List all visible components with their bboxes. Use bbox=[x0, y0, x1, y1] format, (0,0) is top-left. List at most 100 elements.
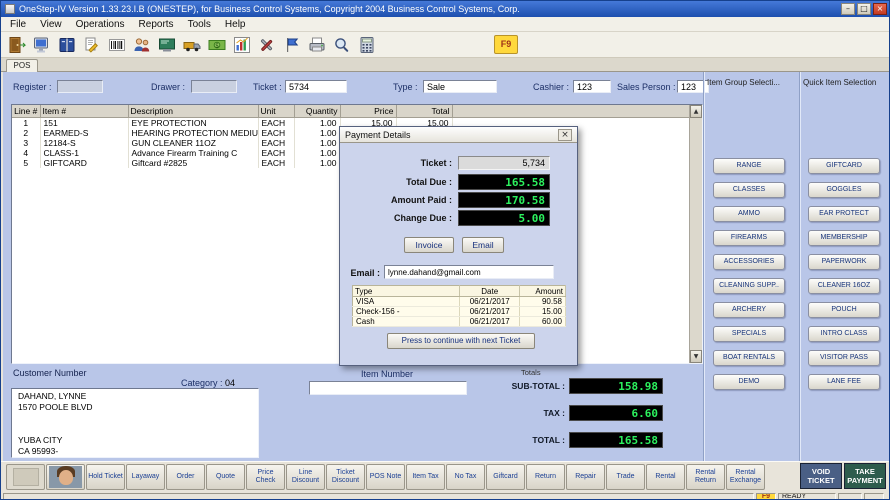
svg-text:$: $ bbox=[215, 42, 219, 49]
menu-item-file[interactable]: File bbox=[3, 18, 33, 31]
calculator-icon[interactable] bbox=[354, 34, 379, 56]
quick-button-intro-class[interactable]: INTRO CLASS bbox=[808, 326, 880, 342]
payments-column-header: Type bbox=[352, 285, 461, 297]
minimize-icon[interactable]: – bbox=[841, 3, 855, 15]
group-button-firearms[interactable]: FIREARMS bbox=[713, 230, 785, 246]
type-field[interactable]: Sale bbox=[423, 80, 497, 93]
change-due-label: Change Due : bbox=[393, 213, 452, 223]
tools-icon[interactable] bbox=[254, 34, 279, 56]
search-icon[interactable] bbox=[329, 34, 354, 56]
take-payment-button[interactable]: TAKE PAYMENT bbox=[844, 463, 886, 489]
group-button-boat-rentals[interactable]: BOAT RENTALS bbox=[713, 350, 785, 366]
title-bar: OneStep-IV Version 1.33.23.I.B (ONESTEP)… bbox=[1, 1, 889, 17]
void-ticket-button[interactable]: VOID TICKET bbox=[800, 463, 842, 489]
computer-icon[interactable] bbox=[29, 34, 54, 56]
quick-button-ear-protect[interactable]: EAR PROTECT bbox=[808, 206, 880, 222]
menu-item-reports[interactable]: Reports bbox=[132, 18, 181, 31]
scroll-down-icon[interactable]: ▼ bbox=[690, 350, 702, 363]
menu-item-help[interactable]: Help bbox=[218, 18, 253, 31]
bottom-button-line-discount[interactable]: Line Discount bbox=[286, 464, 325, 490]
group-button-ammo[interactable]: AMMO bbox=[713, 206, 785, 222]
quick-button-goggles[interactable]: GOGGLES bbox=[808, 182, 880, 198]
bottom-button-layaway[interactable]: Layaway bbox=[126, 464, 165, 490]
bottom-button-no-tax[interactable]: No Tax bbox=[446, 464, 485, 490]
scroll-up-icon[interactable]: ▲ bbox=[690, 105, 702, 118]
tab-pos[interactable]: POS bbox=[6, 59, 38, 72]
quick-button-paperwork[interactable]: PAPERWORK bbox=[808, 254, 880, 270]
item-number-input[interactable] bbox=[309, 381, 467, 395]
quick-button-cleaner-16oz[interactable]: CLEANER 16OZ bbox=[808, 278, 880, 294]
quick-button-pouch[interactable]: POUCH bbox=[808, 302, 880, 318]
chalkboard-icon[interactable] bbox=[154, 34, 179, 56]
group-button-demo[interactable]: DEMO bbox=[713, 374, 785, 390]
customers-icon[interactable] bbox=[129, 34, 154, 56]
bottom-button-item-tax[interactable]: Item Tax bbox=[406, 464, 445, 490]
bottom-button-repair[interactable]: Repair bbox=[566, 464, 605, 490]
payment-cell: 60.00 bbox=[519, 316, 566, 327]
items-scrollbar[interactable]: ▲ ▼ bbox=[689, 105, 702, 363]
quick-button-lane-fee[interactable]: LANE FEE bbox=[808, 374, 880, 390]
payment-row[interactable]: VISA 06/21/2017 90.58 bbox=[352, 296, 566, 307]
ticket-field[interactable]: 5734 bbox=[285, 80, 347, 93]
quick-button-giftcard[interactable]: GIFTCARD bbox=[808, 158, 880, 174]
reports-chart-icon[interactable] bbox=[229, 34, 254, 56]
group-button-range[interactable]: RANGE bbox=[713, 158, 785, 174]
dialog-close-icon[interactable]: × bbox=[558, 128, 572, 141]
bottom-button-pos-note[interactable]: POS Note bbox=[366, 464, 405, 490]
item-cell: GUN CLEANER 11OZ bbox=[128, 137, 259, 148]
panel-divider bbox=[703, 72, 705, 461]
bottom-button-hold-ticket[interactable]: Hold Ticket bbox=[86, 464, 125, 490]
f9-toolbar-button[interactable]: F9 bbox=[494, 35, 518, 54]
item-cell: EACH bbox=[258, 127, 295, 138]
delivery-truck-icon[interactable] bbox=[179, 34, 204, 56]
ready-status: READY bbox=[778, 493, 836, 499]
items-column-header: Description bbox=[128, 105, 259, 118]
dialog-title-bar[interactable]: Payment Details × bbox=[340, 127, 577, 143]
maximize-icon[interactable]: □ bbox=[857, 3, 871, 15]
fax-icon[interactable] bbox=[304, 34, 329, 56]
flag-icon[interactable] bbox=[279, 34, 304, 56]
close-icon[interactable]: × bbox=[873, 3, 887, 15]
toolbar: $ F9 bbox=[1, 32, 889, 58]
app-icon bbox=[5, 4, 15, 14]
documents-icon[interactable] bbox=[79, 34, 104, 56]
cashier-field[interactable]: 123 bbox=[573, 80, 611, 93]
invoice-button[interactable]: Invoice bbox=[404, 237, 454, 253]
exit-door-icon[interactable] bbox=[4, 34, 29, 56]
group-button-cleaning-supp[interactable]: CLEANING SUPP.. bbox=[713, 278, 785, 294]
bottom-button-rental-return[interactable]: Rental Return bbox=[686, 464, 725, 490]
bottom-button-return[interactable]: Return bbox=[526, 464, 565, 490]
bottom-button-price-check[interactable]: Price Check bbox=[246, 464, 285, 490]
menu-item-operations[interactable]: Operations bbox=[69, 18, 132, 31]
barcode-icon[interactable] bbox=[104, 34, 129, 56]
money-icon[interactable]: $ bbox=[204, 34, 229, 56]
bottom-button-rental[interactable]: Rental bbox=[646, 464, 685, 490]
bottom-button-ticket-discount[interactable]: Ticket Discount bbox=[326, 464, 365, 490]
ledger-book-icon[interactable] bbox=[54, 34, 79, 56]
bottom-button-trade[interactable]: Trade bbox=[606, 464, 645, 490]
bottom-button-giftcard[interactable]: Giftcard bbox=[486, 464, 525, 490]
bottom-button-rental-exchange[interactable]: Rental Exchange bbox=[726, 464, 765, 490]
payment-row[interactable]: Cash 06/21/2017 60.00 bbox=[352, 316, 566, 327]
bottom-button-order[interactable]: Order bbox=[166, 464, 205, 490]
category-label: Category : bbox=[181, 378, 223, 388]
group-button-classes[interactable]: CLASSES bbox=[713, 182, 785, 198]
customer-gap bbox=[18, 413, 252, 435]
group-button-archery[interactable]: ARCHERY bbox=[713, 302, 785, 318]
continue-next-ticket-button[interactable]: Press to continue with next Ticket bbox=[387, 333, 535, 349]
email-button[interactable]: Email bbox=[462, 237, 504, 253]
tab-strip: POS bbox=[1, 58, 889, 72]
total-display: 165.58 bbox=[569, 432, 663, 448]
quick-button-visitor-pass[interactable]: VISITOR PASS bbox=[808, 350, 880, 366]
menu-item-view[interactable]: View bbox=[33, 18, 69, 31]
menu-item-tools[interactable]: Tools bbox=[181, 18, 218, 31]
group-button-accessories[interactable]: ACCESSORIES bbox=[713, 254, 785, 270]
customer-photo-button[interactable] bbox=[46, 464, 85, 490]
bottom-button-quote[interactable]: Quote bbox=[206, 464, 245, 490]
quick-button-membership[interactable]: MEMBERSHIP bbox=[808, 230, 880, 246]
customer-info-box[interactable]: DAHAND, LYNNE 1570 POOLE BLVD YUBA CITY … bbox=[11, 388, 259, 458]
payment-row[interactable]: Check-156 -06/21/2017 15.00 bbox=[352, 306, 566, 317]
email-input[interactable] bbox=[384, 265, 554, 279]
group-button-specials[interactable]: SPECIALS bbox=[713, 326, 785, 342]
item-cell: HEARING PROTECTION MEDIUM bbox=[128, 127, 259, 138]
